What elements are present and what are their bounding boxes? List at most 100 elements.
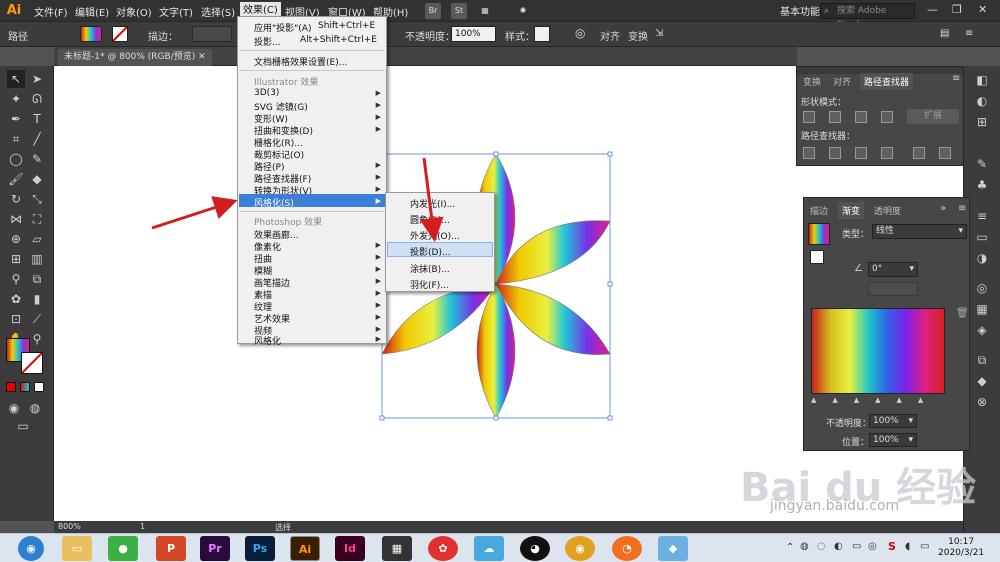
submenu-outer-glow[interactable]: 外发光(O)...	[410, 229, 460, 242]
resize-handle[interactable]	[607, 151, 613, 157]
eraser-icon[interactable]: ◆	[28, 170, 46, 188]
stock-button[interactable]: St	[451, 3, 467, 19]
submenu-inner-glow[interactable]: 内发光(I)...	[410, 197, 455, 210]
app-icon-2[interactable]: ☁	[474, 536, 504, 561]
app-icon-4[interactable]: ◆	[658, 536, 688, 561]
width-tool-icon[interactable]: ⋈	[7, 210, 25, 228]
color-mode-icon[interactable]	[6, 382, 16, 392]
transform-link[interactable]: 变换	[628, 28, 648, 43]
swatches-icon[interactable]: ⊞	[974, 114, 990, 130]
bridge-button[interactable]: Br	[425, 3, 441, 19]
tab-gradient[interactable]: 渐变	[838, 202, 865, 219]
panel-menu-icon[interactable]: ≡	[952, 73, 960, 84]
color-guide-icon[interactable]: ◐	[974, 93, 990, 109]
premiere-icon[interactable]: Pr	[200, 536, 230, 561]
layers-stack-icon[interactable]: ◆	[974, 373, 990, 389]
artboards-icon[interactable]: ⧉	[974, 352, 990, 368]
menu-select[interactable]: 选择(S)	[201, 4, 235, 19]
input-method-icon[interactable]: S	[888, 540, 896, 553]
stroke-gradient-swatch[interactable]	[810, 250, 824, 264]
selection-tool-icon[interactable]: ↖	[7, 70, 25, 88]
last-effect-item[interactable]: 投影...	[254, 35, 281, 48]
gradient-type-select[interactable]: 线性 ▾	[872, 224, 967, 239]
shape-builder-icon[interactable]: ⊕	[7, 230, 25, 248]
tray-up-icon[interactable]: ⌃	[786, 542, 794, 553]
unite-icon[interactable]	[803, 111, 815, 123]
trim-icon[interactable]	[829, 147, 841, 159]
gradient-tool-icon[interactable]: ▥	[28, 250, 46, 268]
appearance-icon[interactable]: ◎	[974, 280, 990, 296]
panel-collapse-icon[interactable]: »	[940, 203, 946, 214]
graphic-styles-icon[interactable]: ▦	[974, 301, 990, 317]
mesh-tool-icon[interactable]: ⊞	[7, 250, 25, 268]
gradient-thumbnail[interactable]	[808, 223, 830, 245]
document-tab[interactable]: 未标题-1* @ 800% (RGB/预览) ✕	[58, 49, 212, 66]
tray-icon-3[interactable]: ◐	[834, 541, 843, 552]
tray-icon-5[interactable]: ◎	[868, 541, 877, 552]
angle-field[interactable]: 0° ▾	[868, 262, 918, 277]
tray-icon-1[interactable]: ◍	[800, 541, 809, 552]
minus-front-icon[interactable]	[829, 111, 841, 123]
style-swatch[interactable]	[534, 26, 550, 42]
menu-item-stylize[interactable]: 风格化(S)	[254, 196, 294, 209]
menu-item-ps-stylize[interactable]: 风格化	[254, 334, 281, 347]
stroke-weight-field[interactable]	[192, 26, 232, 42]
tab-pathfinder[interactable]: 路径查找器	[860, 73, 914, 90]
links-icon[interactable]: ⊗	[974, 394, 990, 410]
type-tool-icon[interactable]: T	[28, 110, 46, 128]
illustrator-icon[interactable]: Ai	[290, 536, 320, 561]
isolate-icon[interactable]: ⇲	[655, 28, 663, 39]
network-icon[interactable]: ▭	[920, 541, 929, 552]
close-icon[interactable]: ✕	[978, 3, 987, 16]
symbols-icon[interactable]: ♣	[974, 177, 990, 193]
resize-handle[interactable]	[607, 281, 613, 287]
menu-object[interactable]: 对象(O)	[116, 4, 152, 19]
tab-transform[interactable]: 变换	[803, 75, 821, 88]
page-number[interactable]: 1	[140, 522, 145, 531]
resize-handle[interactable]	[379, 415, 385, 421]
resize-handle[interactable]	[493, 415, 499, 421]
ellipse-tool-icon[interactable]: ◯	[7, 150, 25, 168]
minus-back-icon[interactable]	[939, 147, 951, 159]
raster-effects-settings[interactable]: 文档栅格效果设置(E)...	[254, 55, 347, 68]
fill-swatch[interactable]	[80, 26, 102, 42]
brushes-icon[interactable]: ✎	[974, 156, 990, 172]
outline-icon[interactable]	[913, 147, 925, 159]
transparency-panel-icon[interactable]: ◑	[974, 250, 990, 266]
scale-tool-icon[interactable]: ⤡	[28, 190, 46, 208]
eyedropper-icon[interactable]: ⚲	[7, 270, 25, 288]
app-icon-3[interactable]: ◔	[612, 536, 642, 561]
blend-tool-icon[interactable]: ⧉	[28, 270, 46, 288]
draw-mode-icon[interactable]: ◉	[5, 399, 23, 417]
align-link[interactable]: 对齐	[600, 28, 620, 43]
lasso-icon[interactable]: ᘏ	[28, 90, 46, 108]
workspace-switcher[interactable]: 基本功能	[780, 3, 820, 18]
maximize-icon[interactable]: ❐	[952, 3, 962, 16]
none-mode-icon[interactable]	[34, 382, 44, 392]
pencil-icon[interactable]: ✎	[28, 150, 46, 168]
menu-file[interactable]: 文件(F)	[34, 4, 68, 19]
artboard-tool-icon[interactable]: ⌗	[7, 130, 25, 148]
free-transform-icon[interactable]: ⛶	[28, 210, 46, 228]
menu-type[interactable]: 文字(T)	[159, 4, 193, 19]
symbol-sprayer-icon[interactable]: ✿	[7, 290, 25, 308]
gradient-panel-icon[interactable]: ▭	[974, 229, 990, 245]
gradient-mode-icon[interactable]	[20, 382, 30, 392]
minimize-icon[interactable]: —	[927, 3, 938, 16]
layers-icon[interactable]: ◈	[974, 322, 990, 338]
zoom-tool-icon[interactable]: ⚲	[28, 330, 46, 348]
wechat-icon[interactable]: ●	[108, 536, 138, 561]
app-icon-1[interactable]: ✿	[428, 536, 458, 561]
draw-behind-icon[interactable]: ◍	[26, 399, 44, 417]
graph-tool-icon[interactable]: ▮	[28, 290, 46, 308]
resize-handle[interactable]	[493, 151, 499, 157]
arrange-docs-icon[interactable]: ▤	[940, 28, 949, 39]
tab-transparency[interactable]: 透明度	[874, 204, 901, 217]
color-panel-icon[interactable]: ◧	[974, 72, 990, 88]
opacity-field[interactable]: 100%	[451, 26, 496, 42]
panel-menu-icon[interactable]: ≡	[958, 203, 966, 214]
tab-stroke[interactable]: 描边	[810, 204, 828, 217]
knife-icon[interactable]: ⟋	[28, 310, 46, 328]
resize-handle[interactable]	[607, 415, 613, 421]
line-tool-icon[interactable]: ╱	[28, 130, 46, 148]
